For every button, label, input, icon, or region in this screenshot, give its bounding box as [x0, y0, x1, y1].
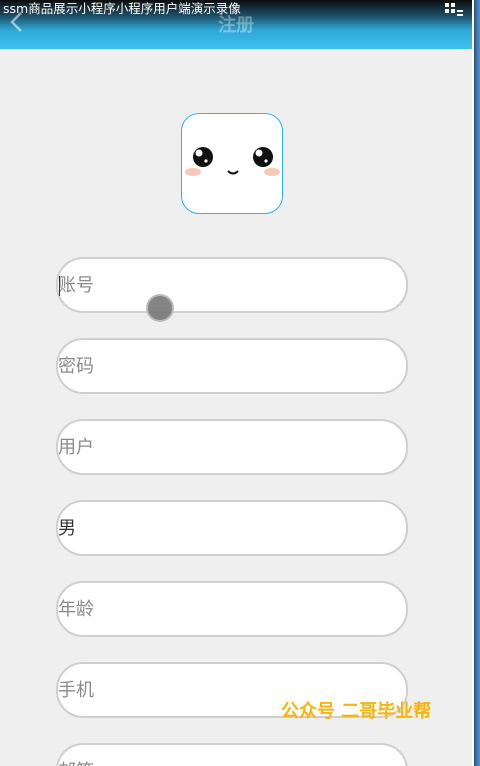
- watermark: 公众号 二哥毕业帮: [281, 701, 432, 722]
- username-input[interactable]: [58, 421, 406, 473]
- account-field[interactable]: [56, 257, 408, 313]
- menu-icon[interactable]: [444, 2, 464, 18]
- page-title: 注册: [218, 15, 254, 36]
- gender-value: 男: [58, 518, 76, 539]
- touch-indicator: [146, 294, 174, 322]
- account-input[interactable]: [58, 259, 406, 311]
- email-input[interactable]: [58, 745, 406, 766]
- register-screen: ssm商品展示小程序小程序用户端演示录像 注册 账号 用户 男 年龄 手机 邮箱…: [0, 0, 480, 766]
- avatar[interactable]: [181, 113, 283, 214]
- nav-bar: ssm商品展示小程序小程序用户端演示录像 注册: [0, 0, 472, 49]
- age-input[interactable]: [58, 583, 406, 635]
- password-field[interactable]: [56, 338, 408, 394]
- email-field[interactable]: [56, 743, 408, 766]
- window-edge: [472, 0, 480, 766]
- cute-face-icon: [185, 147, 280, 176]
- username-field[interactable]: [56, 419, 408, 475]
- gender-picker[interactable]: 男: [56, 500, 408, 556]
- text-caret: [59, 276, 60, 296]
- password-input[interactable]: [58, 340, 406, 392]
- age-field[interactable]: [56, 581, 408, 637]
